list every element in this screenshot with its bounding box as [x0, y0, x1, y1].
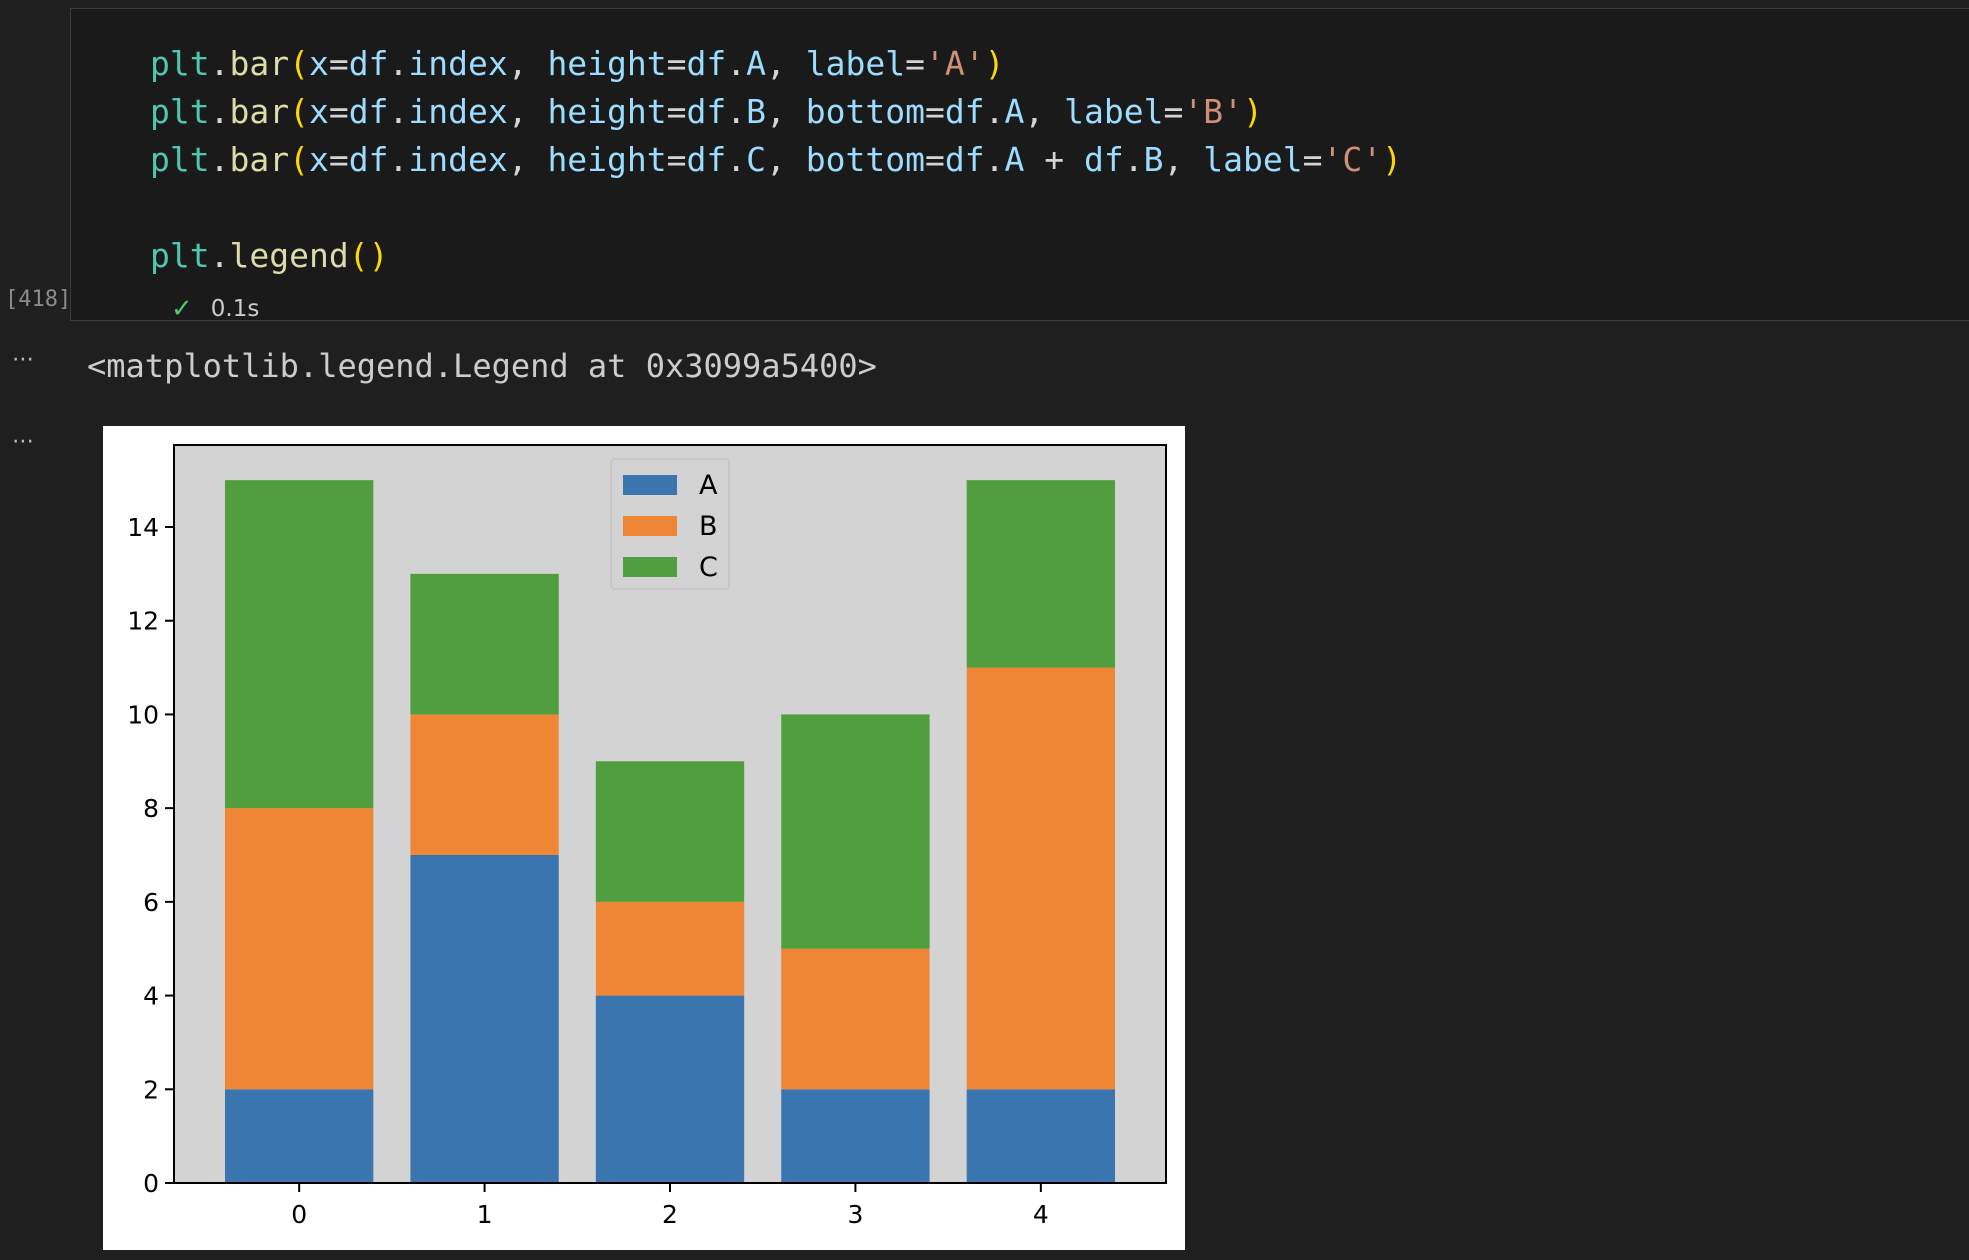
bar-B-2 [595, 901, 745, 996]
legend-label-C: C [699, 552, 718, 583]
x-tick-label: 3 [847, 1200, 863, 1229]
bar-B-3 [781, 948, 930, 1090]
legend-label-B: B [699, 511, 718, 542]
x-tick-label: 1 [477, 1200, 493, 1229]
legend-swatch-B [623, 516, 677, 536]
code-line-2: plt.bar(x=df.index, height=df.B, bottom=… [150, 92, 1263, 131]
y-tick-label: 0 [143, 1169, 159, 1198]
x-tick-label: 2 [662, 1200, 678, 1229]
bar-A-3 [781, 1089, 930, 1183]
code-line-1: plt.bar(x=df.index, height=df.A, label='… [150, 44, 1005, 83]
bar-C-1 [410, 573, 559, 715]
bar-B-4 [966, 667, 1116, 1090]
output-more-icon[interactable]: ⋯ [12, 349, 35, 371]
figure-more-icon[interactable]: ⋯ [12, 431, 35, 453]
bar-A-4 [966, 1089, 1116, 1183]
y-tick-label: 10 [127, 700, 159, 729]
bar-A-2 [595, 995, 745, 1183]
chart-figure: 0 2 4 6 8 10 12 14 0 1 2 3 4 A B C [103, 426, 1185, 1250]
y-tick-label: 14 [127, 513, 159, 542]
bar-C-3 [781, 714, 930, 949]
bar-C-0 [224, 480, 374, 809]
legend-swatch-A [623, 475, 677, 495]
x-tick-label: 0 [291, 1200, 307, 1229]
y-tick-label: 6 [143, 888, 159, 917]
code-line-3: plt.bar(x=df.index, height=df.C, bottom=… [150, 140, 1402, 179]
bar-B-1 [410, 714, 559, 855]
execution-count: [418] [5, 287, 72, 312]
bar-B-0 [224, 808, 374, 1090]
check-icon: ✓ [171, 294, 193, 324]
x-tick-label: 4 [1033, 1200, 1049, 1229]
y-tick-label: 8 [143, 794, 159, 823]
y-tick-label: 4 [143, 982, 159, 1011]
legend-swatch-C [623, 557, 677, 577]
code-cell[interactable]: plt.bar(x=df.index, height=df.A, label='… [70, 8, 1969, 324]
stacked-bar-chart: 024681012140 1 2 3 4ABC [127, 444, 1167, 1229]
bar-A-1 [410, 855, 559, 1183]
legend-label-A: A [699, 470, 718, 501]
execution-duration: 0.1s [210, 296, 260, 322]
code-line-5: plt.legend() [150, 236, 389, 275]
bar-C-2 [595, 761, 745, 902]
y-tick-label: 2 [143, 1075, 159, 1104]
bar-A-0 [224, 1089, 374, 1183]
text-output: <matplotlib.legend.Legend at 0x3099a5400… [87, 347, 877, 385]
y-tick-label: 12 [127, 607, 159, 636]
bar-C-4 [966, 480, 1116, 668]
execution-status: ✓ 0.1s [171, 294, 259, 324]
